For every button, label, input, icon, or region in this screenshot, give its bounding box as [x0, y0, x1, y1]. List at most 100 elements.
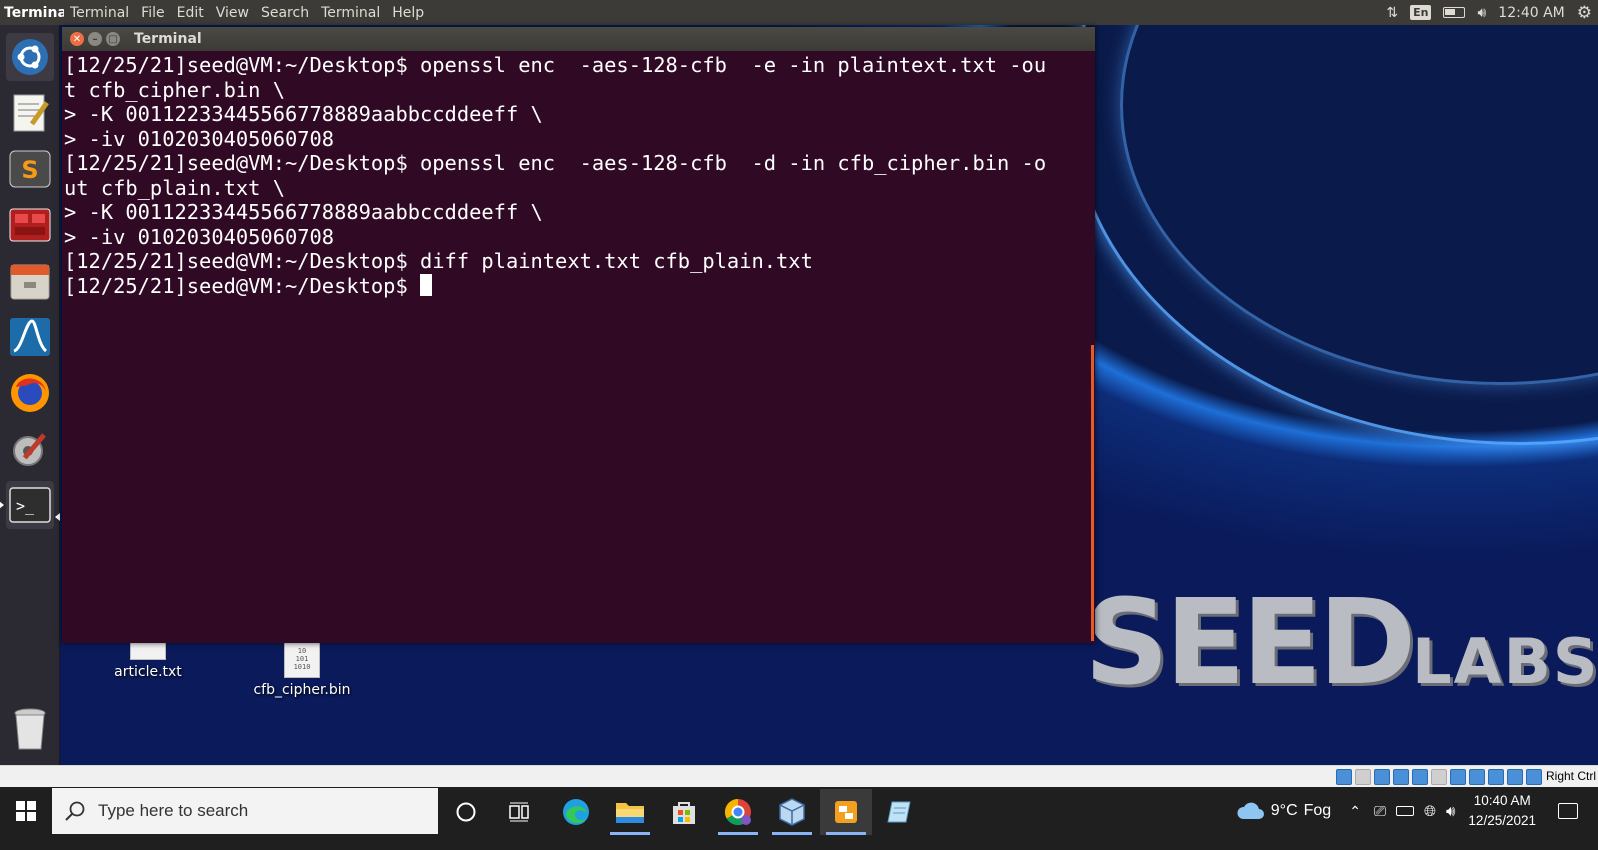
network-icon[interactable]: ⇅: [1386, 5, 1398, 21]
globe-icon[interactable]: 🌐︎: [1424, 803, 1436, 820]
menu-terminal-2[interactable]: Terminal: [315, 5, 386, 21]
meet-now-icon[interactable]: ⎚: [1374, 803, 1386, 820]
menu-search[interactable]: Search: [255, 5, 315, 21]
vbox-display-icon[interactable]: [1450, 769, 1466, 785]
battery-icon[interactable]: [1443, 7, 1466, 18]
taskbar-microsoft-store[interactable]: [658, 789, 710, 835]
notifications-icon[interactable]: [1558, 803, 1578, 819]
terminal-prompt-line[interactable]: [12/25/21]seed@VM:~/Desktop$: [64, 273, 1095, 299]
desktop-icon-label: article.txt: [114, 664, 182, 680]
system-settings-icon[interactable]: [6, 425, 54, 473]
terminal-line: [12/25/21]seed@VM:~/Desktop$ openssl enc…: [64, 151, 1047, 175]
vbox-shared-folders-icon[interactable]: [1431, 769, 1447, 785]
terminal-window[interactable]: ✕ – □ Terminal [12/25/21]seed@VM:~/Deskt…: [62, 27, 1095, 643]
menu-help[interactable]: Help: [386, 5, 430, 21]
focused-indicator: [55, 513, 60, 521]
taskbar-file-explorer[interactable]: [604, 789, 656, 835]
vbox-storage-icon[interactable]: [1336, 769, 1352, 785]
virtualbox-icon: [779, 798, 805, 826]
vbox-cpu-icon[interactable]: [1488, 769, 1504, 785]
menu-edit[interactable]: Edit: [171, 5, 210, 21]
windows-icon: [16, 801, 36, 821]
menu-file[interactable]: File: [135, 5, 170, 21]
cortana-button[interactable]: [440, 789, 492, 835]
taskbar-virtualbox[interactable]: [766, 789, 818, 835]
desktop-icon-article[interactable]: article.txt: [96, 640, 200, 680]
taskbar-chrome[interactable]: [712, 789, 764, 835]
taskbar-edge[interactable]: [550, 789, 602, 835]
cloud-icon: [1237, 802, 1264, 819]
window-titlebar[interactable]: ✕ – □ Terminal: [62, 27, 1095, 51]
desktop-icon-label: cfb_cipher.bin: [253, 682, 351, 698]
taskbar-clock[interactable]: 10:40 AM 12/25/2021: [1468, 791, 1536, 831]
cortana-icon: [456, 802, 476, 822]
terminal-output[interactable]: [12/25/21]seed@VM:~/Desktop$ openssl enc…: [62, 51, 1095, 298]
search-placeholder: Type here to search: [98, 801, 249, 820]
terminal-line: t cfb_cipher.bin \: [64, 77, 285, 102]
text-editor-icon[interactable]: [6, 89, 54, 137]
task-view-button[interactable]: [494, 789, 546, 835]
keyboard-layout-indicator[interactable]: En: [1410, 5, 1432, 20]
vbox-guest-icon[interactable]: [1507, 769, 1523, 785]
virtualbox-status-bar: Right Ctrl: [0, 765, 1598, 787]
gear-icon[interactable]: ⚙: [1577, 3, 1592, 23]
taskbar-notepad[interactable]: [874, 789, 926, 835]
menu-view[interactable]: View: [210, 5, 255, 21]
launcher: S >_: [0, 25, 60, 765]
ubuntu-dash-icon[interactable]: [6, 33, 54, 81]
edge-icon: [563, 799, 589, 825]
active-app-name: Terminal: [4, 4, 64, 21]
battery-icon[interactable]: [1395, 806, 1414, 816]
weather-widget[interactable]: 9°C Fog: [1235, 801, 1331, 821]
clock-date: 12/25/2021: [1468, 813, 1536, 828]
volume-icon[interactable]: 🔊︎: [1477, 5, 1486, 21]
chevron-up-icon[interactable]: ⌃: [1349, 803, 1361, 820]
speaker-icon[interactable]: 🔊︎: [1446, 803, 1455, 820]
trash-icon[interactable]: [6, 705, 54, 753]
vm-window-icon: [835, 801, 857, 823]
terminal-line: ut cfb_plain.txt \: [64, 175, 285, 200]
text-file-icon: [130, 642, 166, 660]
clock-time: 10:40 AM: [1473, 793, 1531, 808]
chrome-icon: [724, 798, 751, 826]
sublime-text-icon[interactable]: S: [6, 145, 54, 193]
terminal-line: > -iv 0102030405060708: [64, 126, 335, 151]
terminal-icon[interactable]: >_: [6, 481, 54, 529]
notepad-icon: [887, 801, 911, 823]
terminal-line: > -K 00112233445566778889aabbccddeeff \: [64, 200, 543, 224]
terminal-line: [12/25/21]seed@VM:~/Desktop$ openssl enc…: [64, 53, 1047, 77]
vbox-optical-icon[interactable]: [1355, 769, 1371, 785]
maximize-button[interactable]: □: [106, 32, 120, 46]
running-indicator: [0, 501, 4, 509]
search-icon: [64, 800, 86, 822]
vbox-network-icon[interactable]: [1393, 769, 1409, 785]
firefox-icon[interactable]: [6, 369, 54, 417]
terminal-line: [12/25/21]seed@VM:~/Desktop$ diff plaint…: [64, 249, 813, 273]
svg-text:S: S: [21, 156, 38, 184]
folder-icon: [616, 803, 644, 823]
top-panel: Terminal Terminal File Edit View Search …: [0, 0, 1598, 25]
terminal-prompt: [12/25/21]seed@VM:~/Desktop$: [64, 273, 421, 298]
vbox-recording-icon[interactable]: [1469, 769, 1485, 785]
system-tray: 9°C Fog ⌃ ⎚ 🌐︎ 🔊︎ 10:40 AM 12/25/2021: [1235, 787, 1598, 835]
taskbar-search-box[interactable]: Type here to search: [52, 788, 438, 834]
minimize-button[interactable]: –: [88, 32, 102, 46]
vbox-audio-icon[interactable]: [1374, 769, 1390, 785]
window-title: Terminal: [134, 31, 202, 47]
close-button[interactable]: ✕: [70, 32, 84, 46]
weather-condition: Fog: [1303, 802, 1332, 819]
red-app-icon[interactable]: [6, 201, 54, 249]
menu-terminal[interactable]: Terminal: [64, 5, 135, 21]
desktop-icon-cfb-cipher[interactable]: 10 101 1010 cfb_cipher.bin: [240, 642, 364, 698]
taskbar-virtualbox-vm[interactable]: [820, 789, 872, 835]
window-resize-edge[interactable]: [1091, 345, 1094, 641]
clock[interactable]: 12:40 AM: [1498, 5, 1564, 21]
weather-temp: 9°C: [1270, 802, 1298, 819]
task-view-icon: [509, 802, 529, 822]
vbox-usb-icon[interactable]: [1412, 769, 1428, 785]
windows-taskbar: Type here to search 9°C Fog ⌃ ⎚ 🌐︎ 🔊︎ 10…: [0, 787, 1598, 850]
file-manager-icon[interactable]: [6, 257, 54, 305]
wireshark-icon[interactable]: [6, 313, 54, 361]
start-button[interactable]: [0, 787, 52, 835]
vbox-mouse-icon[interactable]: [1526, 769, 1542, 785]
